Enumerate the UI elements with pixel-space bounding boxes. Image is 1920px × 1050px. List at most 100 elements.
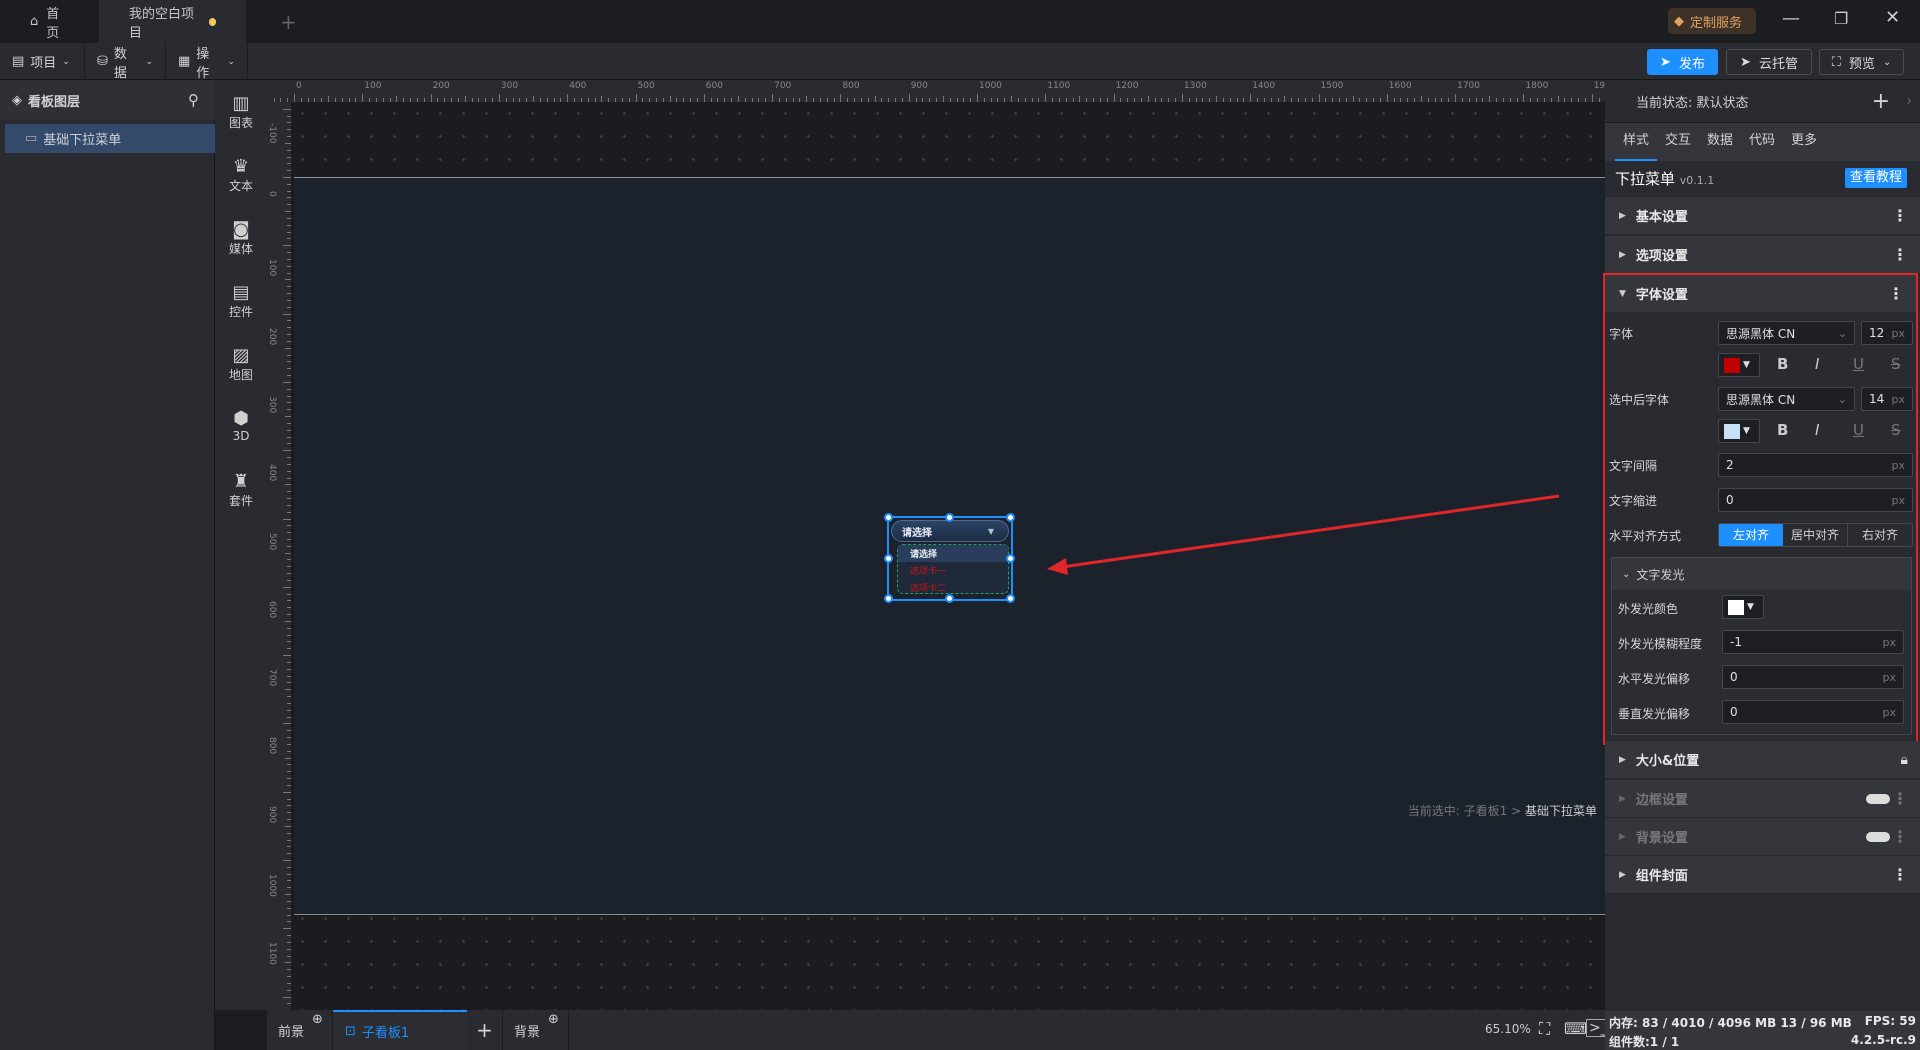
dropdown-option[interactable]: 选项卡二 (898, 579, 1008, 596)
custom-service-button[interactable]: ◆ 定制服务 (1668, 8, 1756, 34)
letter-spacing-input[interactable]: 2 px (1718, 453, 1913, 477)
minimize-button[interactable]: — (1782, 8, 1800, 29)
tab-style[interactable]: 样式 (1615, 123, 1657, 161)
component-kit[interactable]: ♜ 套件 (215, 472, 267, 509)
more-icon[interactable]: ⋮ (1892, 206, 1908, 225)
section-font[interactable]: ▼ 字体设置 ⋮ (1605, 275, 1916, 313)
tab-sub-board[interactable]: ⊡ 子看板1 (333, 1010, 467, 1050)
unit-label: px (1891, 458, 1906, 472)
more-icon[interactable]: ⋮ (1892, 865, 1908, 884)
restore-button[interactable]: ❐ (1834, 9, 1848, 28)
section-size-position[interactable]: ▶ 大小&位置 🔒︎ (1605, 741, 1920, 779)
resize-handle[interactable] (1006, 513, 1015, 522)
menu-data[interactable]: ⛁ 数据 ⌄ (85, 43, 166, 81)
add-circle-icon[interactable]: ⊕ (548, 1012, 559, 1027)
resize-handle[interactable] (1006, 594, 1015, 603)
border-toggle[interactable] (1866, 793, 1890, 804)
resize-handle[interactable] (1006, 553, 1015, 563)
add-board-button[interactable]: + (467, 1010, 503, 1050)
dropdown-option[interactable]: 请选择 (898, 545, 1008, 562)
strikethrough-button[interactable]: S (1891, 355, 1901, 373)
bold-button[interactable]: B (1777, 355, 1788, 373)
close-button[interactable]: ✕ (1885, 7, 1900, 28)
preview-button[interactable]: ⛶ 预览 ⌄ (1819, 49, 1904, 75)
component-map[interactable]: ▨ 地图 (215, 346, 267, 383)
menu-project[interactable]: ▤ 项目 ⌄ (0, 43, 85, 80)
keyboard-icon[interactable]: ⌨ (1564, 1019, 1587, 1038)
selected-font-family-select[interactable]: 思源黑体 CN ⌄ (1718, 387, 1855, 411)
strikethrough-button[interactable]: S (1891, 421, 1901, 439)
section-options[interactable]: ▶ 选项设置 ⋮ (1605, 236, 1920, 274)
font-color-picker[interactable]: ▼ (1718, 353, 1760, 377)
dropdown-option[interactable]: 选项卡一 (898, 562, 1008, 579)
glow-color-picker[interactable]: ▼ (1722, 595, 1764, 619)
tab-interaction[interactable]: 交互 (1657, 123, 1699, 161)
chevron-right-icon[interactable]: › (1907, 94, 1912, 109)
title-bar: ⌂ 首页 我的空白项目 + ◆ 定制服务 — ❐ ✕ (0, 0, 1920, 43)
underline-button[interactable]: U (1853, 355, 1864, 373)
align-right-option[interactable]: 右对齐 (1848, 524, 1912, 546)
background-toggle[interactable] (1866, 831, 1890, 842)
resize-handle[interactable] (884, 594, 893, 603)
selected-font-label: 选中后字体 (1609, 393, 1670, 407)
ruler-top[interactable]: 0 100 200 300 400 500 600 700 800 900 1000 1100 1200… (267, 80, 1605, 102)
tab-data[interactable]: 数据 (1699, 123, 1741, 161)
more-icon[interactable]: ⋮ (1892, 827, 1908, 846)
publish-button[interactable]: ➤ 发布 (1647, 49, 1718, 75)
selected-font-color-picker[interactable]: ▼ (1718, 419, 1760, 443)
glow-v-offset-input[interactable]: 0 px (1722, 700, 1904, 724)
font-family-select[interactable]: 思源黑体 CN ⌄ (1718, 321, 1855, 345)
italic-button[interactable]: I (1815, 421, 1819, 439)
resize-handle[interactable] (884, 553, 893, 563)
resize-handle[interactable] (945, 594, 954, 603)
italic-button[interactable]: I (1815, 355, 1819, 373)
section-border[interactable]: ▶ 边框设置 ⋮ (1605, 780, 1920, 818)
align-left-option[interactable]: 左对齐 (1719, 524, 1783, 546)
layer-item[interactable]: ▭ 基础下拉菜单 (5, 124, 215, 153)
component-control[interactable]: ▤ 控件 (215, 283, 267, 320)
more-icon[interactable]: ⋮ (1892, 789, 1908, 808)
add-state-button[interactable]: + (1872, 89, 1890, 114)
resize-handle[interactable] (945, 513, 954, 522)
underline-button[interactable]: U (1853, 421, 1864, 439)
component-media[interactable]: ◙ 媒体 (215, 220, 267, 257)
tab-more[interactable]: 更多 (1783, 123, 1825, 161)
tab-project[interactable]: 我的空白项目 (99, 0, 246, 43)
dropdown-select[interactable]: 请选择 ▼ (891, 520, 1009, 542)
cloud-host-button[interactable]: ➤ 云托管 (1726, 49, 1812, 75)
resize-handle[interactable] (884, 513, 893, 522)
lock-icon[interactable]: 🔒︎ (1901, 752, 1908, 768)
unit-label: px (1882, 670, 1897, 684)
tab-foreground[interactable]: 前景 ⊕ (267, 1010, 333, 1050)
more-icon[interactable]: ⋮ (1888, 284, 1904, 303)
more-icon[interactable]: ⋮ (1892, 245, 1908, 264)
new-tab-button[interactable]: + (250, 0, 327, 43)
tab-code[interactable]: 代码 (1741, 123, 1783, 161)
text-glow-header[interactable]: ⌄ 文字发光 (1612, 558, 1911, 590)
section-cover[interactable]: ▶ 组件封面 ⋮ (1605, 856, 1920, 894)
menu-operate[interactable]: ▦ 操作 ⌄ (166, 43, 248, 81)
selected-font-size-input[interactable]: 14 px (1861, 387, 1913, 411)
component-text[interactable]: ♛ 文本 (215, 157, 267, 194)
bold-button[interactable]: B (1777, 421, 1788, 439)
tab-home[interactable]: ⌂ 首页 (0, 0, 99, 43)
section-background[interactable]: ▶ 背景设置 ⋮ (1605, 818, 1920, 856)
tutorial-button[interactable]: 查看教程 (1845, 168, 1907, 188)
zoom-level[interactable]: 65.10% (1485, 1022, 1531, 1036)
dropdown-widget[interactable]: 请选择 ▼ 请选择 选项卡一 选项卡二 (884, 513, 1015, 603)
layers-icon: ◈ (12, 92, 22, 108)
glow-h-offset-input[interactable]: 0 px (1722, 665, 1904, 689)
component-3d[interactable]: ⬢ 3D (215, 409, 267, 444)
component-chart[interactable]: ▥ 图表 (215, 94, 267, 131)
search-icon[interactable]: ⚲ (188, 91, 199, 109)
component-version: v0.1.1 (1679, 174, 1715, 187)
font-size-input[interactable]: 12 px (1861, 321, 1913, 345)
glow-blur-input[interactable]: -1 px (1722, 630, 1904, 654)
tab-background[interactable]: 背景 ⊕ (503, 1010, 569, 1050)
section-basic[interactable]: ▶ 基本设置 ⋮ (1605, 197, 1920, 235)
text-indent-input[interactable]: 0 px (1718, 488, 1913, 512)
add-circle-icon[interactable]: ⊕ (312, 1012, 323, 1027)
align-center-option[interactable]: 居中对齐 (1783, 524, 1848, 546)
ruler-left[interactable]: -100 0 100 200 300 400 500 600 700 800 900 1000 1100… (267, 102, 291, 1010)
fit-screen-icon[interactable]: ⛶ (1539, 1019, 1550, 1039)
